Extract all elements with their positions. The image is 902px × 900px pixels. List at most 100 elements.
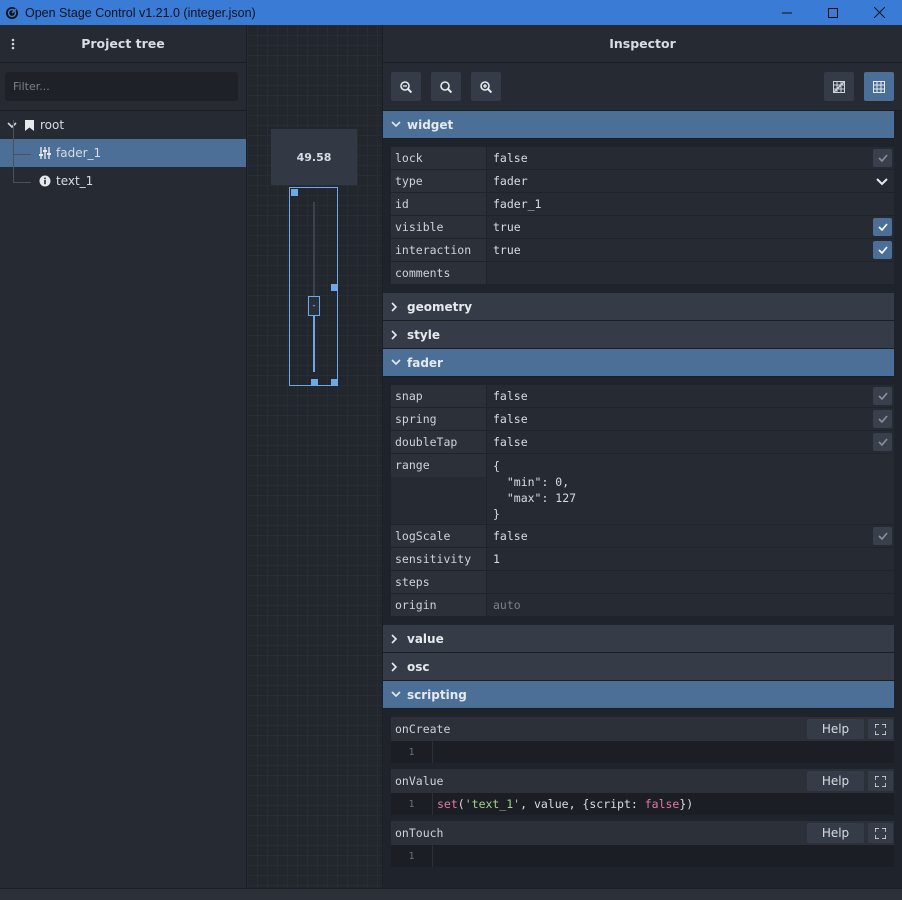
chevron-right-icon: [391, 329, 403, 340]
expand-icon[interactable]: [868, 719, 893, 739]
prop-value-comments[interactable]: [487, 262, 894, 285]
prop-name: spring: [391, 408, 486, 431]
section-widget[interactable]: widget: [383, 111, 894, 139]
fader-knob[interactable]: -: [308, 295, 320, 316]
checkbox-visible[interactable]: [873, 218, 892, 236]
checkbox-logscale[interactable]: [873, 527, 892, 545]
zoom-reset-button[interactable]: [431, 72, 461, 101]
chevron-down-icon[interactable]: [876, 175, 888, 189]
code-editor-onvalue[interactable]: 1 set('text_1', value, {script: false}): [391, 793, 894, 815]
code-token-text: }): [679, 797, 694, 811]
prop-name: interaction: [391, 239, 486, 262]
inspector-toolbar: [383, 63, 902, 111]
chevron-right-icon: [391, 661, 403, 672]
toggle-grid-button[interactable]: [864, 72, 894, 101]
prop-name: snap: [391, 385, 486, 408]
section-scripting[interactable]: scripting: [383, 681, 894, 709]
checkbox-spring[interactable]: [873, 410, 892, 428]
grid-off-icon: [833, 80, 845, 93]
text-widget[interactable]: 49.58: [271, 129, 357, 185]
check-icon: [877, 415, 888, 423]
toggle-grid-off-button[interactable]: [824, 72, 854, 101]
prop-value-steps[interactable]: [487, 571, 894, 594]
help-button[interactable]: Help: [807, 719, 864, 739]
filter-input[interactable]: [5, 72, 238, 101]
script-header: onValue Help: [391, 769, 894, 793]
inspector-panel: Inspector widget lock false type fader i…: [383, 25, 902, 888]
prop-name: doubleTap: [391, 431, 486, 454]
code-token-text: , value, {script:: [520, 797, 645, 811]
script-name: onTouch: [395, 826, 444, 840]
prop-value-sensitivity[interactable]: 1: [487, 548, 894, 571]
close-button[interactable]: [856, 0, 902, 25]
prop-value-spring[interactable]: false: [487, 408, 894, 431]
grid-icon: [873, 80, 885, 93]
help-button[interactable]: Help: [807, 771, 864, 791]
minimize-button[interactable]: [764, 0, 810, 25]
resize-handle-bottom[interactable]: [311, 379, 318, 386]
check-icon: [877, 223, 888, 231]
script-ontouch: onTouch Help 1: [391, 821, 894, 867]
tree-node-fader-1[interactable]: fader_1: [0, 139, 246, 167]
scripting-props: onCreate Help 1 onValue Help 1 set('text…: [383, 709, 902, 881]
kebab-menu-icon[interactable]: [6, 36, 20, 52]
section-style[interactable]: style: [383, 321, 894, 349]
prop-value-id[interactable]: fader_1: [487, 193, 894, 216]
section-value[interactable]: value: [383, 625, 894, 653]
prop-value-origin[interactable]: auto: [487, 594, 894, 617]
resize-handle-bottom-right[interactable]: [331, 379, 338, 386]
sliders-icon: [39, 147, 51, 159]
tree-guide-line: [13, 182, 31, 183]
section-title: style: [407, 327, 440, 342]
project-tree-panel: Project tree root fader_1 text_1: [0, 25, 246, 888]
prop-value-logscale[interactable]: false: [487, 525, 894, 548]
prop-value-range[interactable]: { "min": 0, "max": 127 }: [487, 454, 894, 525]
prop-row-sensitivity: sensitivity 1: [391, 548, 894, 571]
chevron-down-icon: [391, 691, 403, 698]
maximize-button[interactable]: [810, 0, 856, 25]
section-geometry[interactable]: geometry: [383, 293, 894, 321]
code-editor-ontouch[interactable]: 1: [391, 845, 894, 867]
section-title: widget: [407, 117, 454, 132]
zoom-out-button[interactable]: [391, 72, 421, 101]
fader-knob-label: -: [312, 300, 316, 311]
zoom-in-button[interactable]: [471, 72, 501, 101]
expand-icon[interactable]: [868, 771, 893, 791]
checkbox-lock[interactable]: [873, 149, 892, 167]
prop-value-lock[interactable]: false: [487, 147, 894, 170]
prop-row-id: id fader_1: [391, 193, 894, 216]
code-line: set('text_1', value, {script: false}): [433, 797, 693, 811]
prop-value-type-select[interactable]: fader: [487, 170, 894, 193]
tree-node-text-1[interactable]: text_1: [0, 167, 246, 195]
section-osc[interactable]: osc: [383, 653, 894, 681]
resize-handle-right[interactable]: [331, 284, 338, 291]
script-header: onCreate Help: [391, 717, 894, 741]
prop-name: range: [391, 454, 486, 525]
checkbox-interaction[interactable]: [873, 241, 892, 259]
checkbox-snap[interactable]: [873, 387, 892, 405]
section-fader[interactable]: fader: [383, 349, 894, 377]
fader-widget[interactable]: -: [289, 187, 338, 386]
line-number: 1: [391, 793, 433, 815]
help-button[interactable]: Help: [807, 823, 864, 843]
prop-row-origin: origin auto: [391, 594, 894, 617]
code-editor-oncreate[interactable]: 1: [391, 741, 894, 763]
tree-node-root[interactable]: root: [0, 111, 246, 139]
expand-icon[interactable]: [868, 823, 893, 843]
script-onvalue: onValue Help 1 set('text_1', value, {scr…: [391, 769, 894, 815]
section-title: scripting: [407, 687, 467, 702]
prop-value-visible[interactable]: true: [487, 216, 894, 239]
editor-canvas[interactable]: 49.58 -: [246, 25, 383, 888]
prop-name: sensitivity: [391, 548, 486, 571]
zoom-in-icon: [480, 80, 492, 93]
resize-handle-top-left[interactable]: [291, 189, 298, 196]
script-header: onTouch Help: [391, 821, 894, 845]
prop-name: logScale: [391, 525, 486, 548]
chevron-down-icon: [391, 359, 403, 366]
text-widget-value: 49.58: [296, 150, 332, 164]
prop-value-snap[interactable]: false: [487, 385, 894, 408]
prop-value-interaction[interactable]: true: [487, 239, 894, 262]
prop-row-visible: visible true: [391, 216, 894, 239]
prop-value-doubletap[interactable]: false: [487, 431, 894, 454]
checkbox-doubletap[interactable]: [873, 433, 892, 451]
